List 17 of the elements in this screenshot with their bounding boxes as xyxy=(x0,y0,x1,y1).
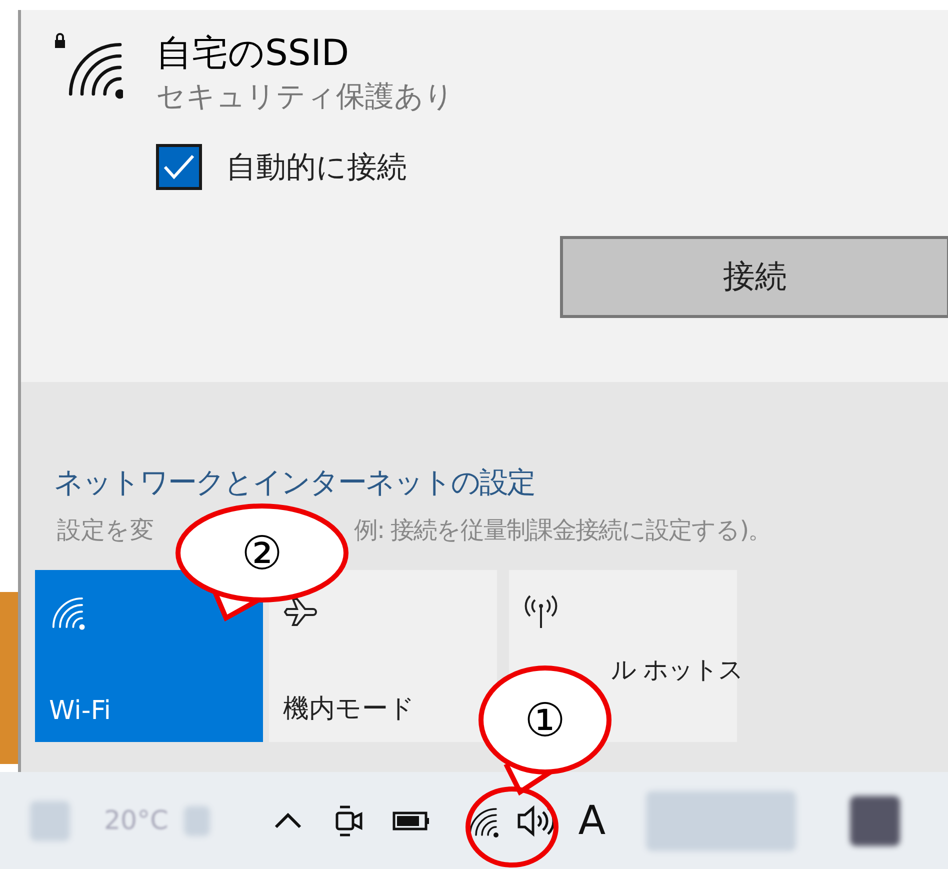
input-mode-indicator[interactable]: A xyxy=(578,800,606,840)
settings-description: 設定を変 xyxy=(57,515,154,546)
wifi-tile[interactable]: Wi-Fi xyxy=(35,570,263,742)
checkbox-label: 自動的に接続 xyxy=(226,148,407,186)
settings-link[interactable]: ネットワークとインターネットの設定 xyxy=(54,460,534,504)
antenna-icon xyxy=(523,594,559,630)
airplane-tile[interactable]: 機内モード xyxy=(269,570,497,742)
blurred-weather-icon xyxy=(184,806,210,836)
weather-temperature: 20°C xyxy=(104,806,168,836)
blurred-weather-icon xyxy=(30,800,70,840)
security-status: セキュリティ保護あり xyxy=(156,78,455,115)
connect-button[interactable]: 接続 xyxy=(560,236,948,318)
checkmark-icon xyxy=(162,153,196,181)
blurred-notification-icon xyxy=(850,796,900,846)
auto-connect-checkbox[interactable] xyxy=(156,144,202,190)
settings-description: 例: 接続を従量制課金接続に設定する)。 xyxy=(354,515,772,546)
network-name: 自宅のSSID xyxy=(156,32,350,76)
